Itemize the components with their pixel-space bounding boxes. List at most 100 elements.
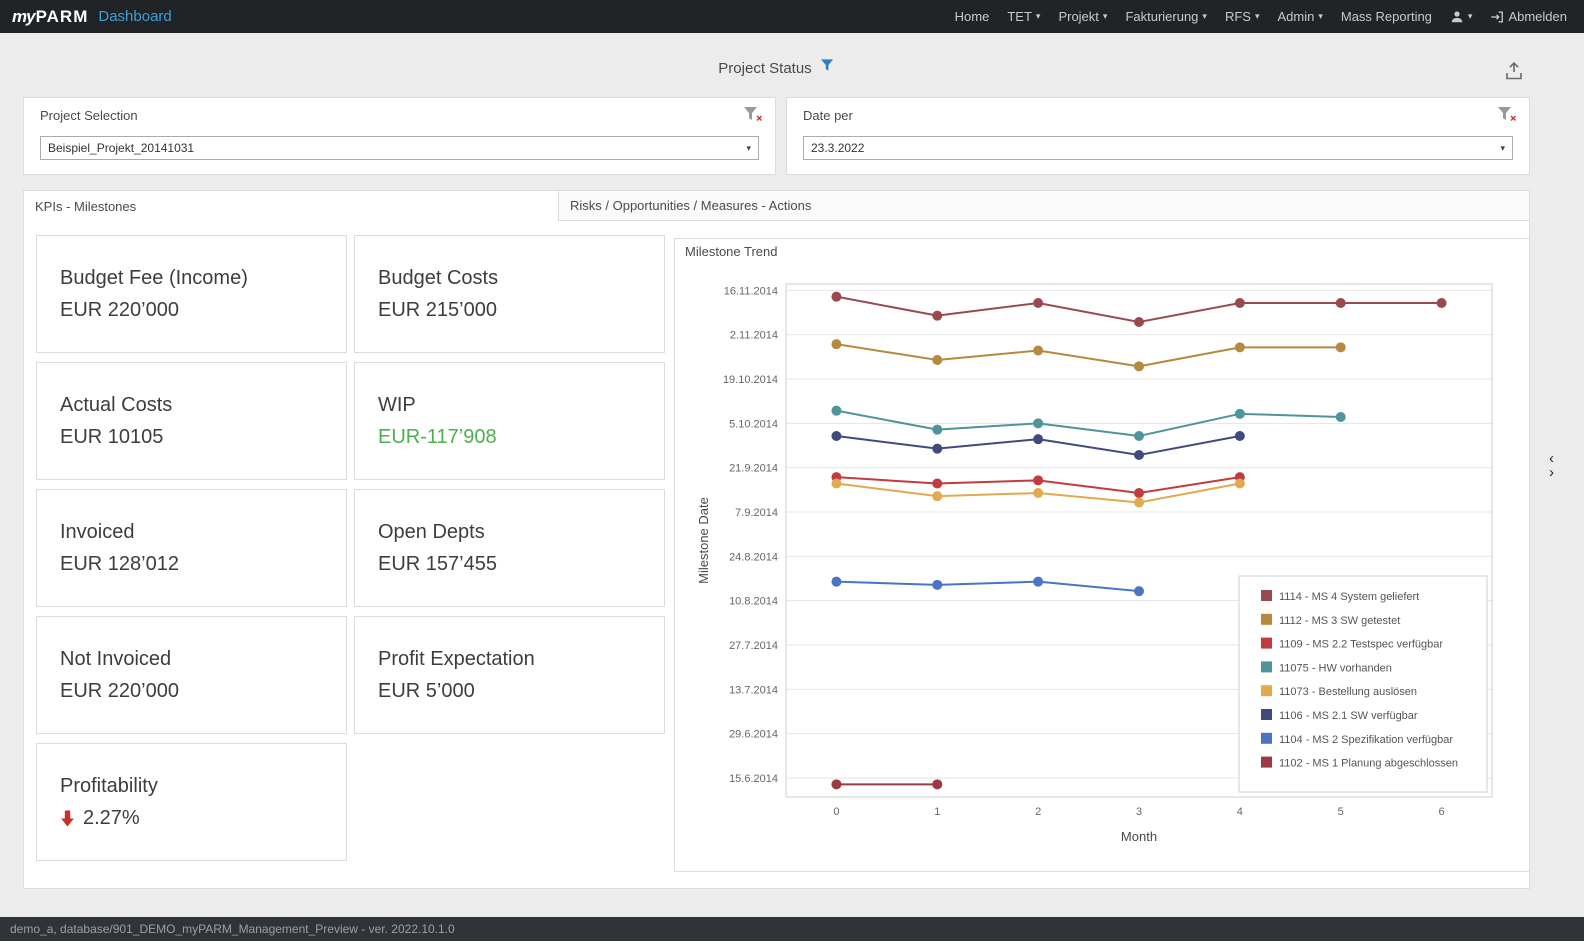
- svg-text:2.11.2014: 2.11.2014: [730, 330, 778, 342]
- svg-text:5: 5: [1338, 806, 1344, 818]
- person-icon: [1450, 10, 1464, 24]
- svg-text:13.7.2014: 13.7.2014: [729, 684, 778, 696]
- logout-label: Abmelden: [1508, 9, 1567, 24]
- navbar: my PARM Dashboard HomeTET▾Projekt▾Faktur…: [0, 0, 1584, 33]
- svg-text:1109 - MS 2.2 Testspec verfügb: 1109 - MS 2.2 Testspec verfügbar: [1279, 639, 1443, 651]
- chevron-down-icon: ▾: [1036, 12, 1041, 21]
- kpi-value: EUR 220’000: [60, 680, 336, 703]
- kpi-title: Profit Expectation: [378, 648, 654, 671]
- myparm-logo[interactable]: my PARM: [12, 7, 88, 27]
- svg-text:29.6.2014: 29.6.2014: [729, 729, 778, 741]
- logout-button[interactable]: Abmelden: [1481, 0, 1576, 33]
- status-bar: demo_a, database/901_DEMO_myPARM_Managem…: [0, 917, 1584, 941]
- tab-kpis-milestones[interactable]: KPIs - Milestones: [24, 191, 559, 221]
- svg-text:1: 1: [934, 806, 940, 818]
- nav-item-label: RFS: [1225, 9, 1251, 24]
- navbar-left: my PARM Dashboard: [8, 7, 172, 27]
- project-selection-label: Project Selection: [40, 108, 138, 123]
- kpi-card-profit-expectation: Profit Expectation EUR 5’000: [354, 616, 665, 734]
- kpi-value: EUR-117’908: [378, 426, 654, 449]
- kpi-value: EUR 220’000: [60, 299, 336, 322]
- milestone-trend-chart: 15.6.2014 29.6.2014 13.7.2014 27.7.2014 10.8…: [675, 239, 1531, 873]
- chevron-down-icon: ▾: [1103, 12, 1108, 21]
- filter-icon[interactable]: [820, 58, 835, 73]
- navbar-menu: HomeTET▾Projekt▾Fakturierung▾RFS▾Admin▾M…: [946, 0, 1576, 33]
- date-per-label: Date per: [803, 108, 853, 123]
- nav-item-projekt[interactable]: Projekt▾: [1049, 0, 1116, 33]
- kpi-card-actual-costs: Actual CostsEUR 10105: [36, 362, 347, 480]
- kpi-value: EUR 5’000: [378, 680, 654, 703]
- tab-risks-opportunities[interactable]: Risks / Opportunities / Measures - Actio…: [559, 191, 1529, 221]
- nav-item-fakturierung[interactable]: Fakturierung▾: [1116, 0, 1216, 33]
- svg-text:1114 - MS 4 System geliefert: 1114 - MS 4 System geliefert: [1279, 591, 1419, 603]
- svg-text:1102 - MS 1 Planung abgeschlos: 1102 - MS 1 Planung abgeschlossen: [1279, 758, 1458, 770]
- svg-text:1112 - MS 3 SW getestet: 1112 - MS 3 SW getestet: [1279, 615, 1400, 627]
- page-header: Project Status: [23, 60, 1530, 77]
- nav-item-admin[interactable]: Admin ▾: [1268, 0, 1331, 33]
- tab-bar: KPIs - Milestones Risks / Opportunities …: [23, 190, 1530, 221]
- svg-text:5.10.2014: 5.10.2014: [729, 418, 778, 430]
- svg-text:21.9.2014: 21.9.2014: [729, 463, 778, 475]
- kpi-value: EUR 128’012: [60, 553, 336, 576]
- svg-text:11075 - HW vorhanden: 11075 - HW vorhanden: [1279, 662, 1392, 674]
- svg-text:0: 0: [833, 806, 839, 818]
- kpi-value: EUR 10105: [60, 426, 336, 449]
- svg-text:1104 - MS 2 Spezifikation verf: 1104 - MS 2 Spezifikation verfügbar: [1279, 734, 1453, 746]
- project-select[interactable]: Beispiel_Projekt_20141031 ▾: [40, 136, 759, 160]
- logo-my: my: [12, 7, 35, 27]
- nav-item-label: TET: [1007, 9, 1032, 24]
- kpi-value: EUR 215’000: [378, 299, 654, 322]
- nav-item-tet[interactable]: TET ▾: [998, 0, 1049, 33]
- nav-item-label: Admin: [1277, 9, 1314, 24]
- nav-item-home[interactable]: Home: [946, 0, 999, 33]
- app-title: Dashboard: [98, 8, 171, 25]
- user-menu[interactable]: ▾: [1441, 0, 1482, 33]
- side-panel-toggle[interactable]: ‹ ›: [1549, 452, 1554, 480]
- kpi-value: EUR 157’455: [378, 553, 654, 576]
- export-button[interactable]: [1500, 58, 1528, 86]
- chevron-right-icon: ›: [1549, 466, 1554, 480]
- kpi-title: WIP: [378, 394, 654, 417]
- nav-item-label: Mass Reporting: [1341, 9, 1432, 24]
- chevron-down-icon: ▾: [1318, 12, 1323, 21]
- page-title: Project Status: [718, 60, 811, 77]
- chevron-down-icon: ▾: [1202, 12, 1207, 21]
- kpi-value: 2.27%: [60, 807, 336, 830]
- svg-text:15.6.2014: 15.6.2014: [729, 773, 778, 785]
- nav-item-mass-reporting[interactable]: Mass Reporting: [1332, 0, 1441, 33]
- kpi-card-not-invoiced: Not Invoiced EUR 220’000: [36, 616, 347, 734]
- kpi-card-open-depts: Open Depts EUR 157’455: [354, 489, 665, 607]
- export-icon: [1503, 60, 1525, 82]
- kpi-title: Budget Fee (Income): [60, 267, 336, 290]
- date-select[interactable]: 23.3.2022 ▾: [803, 136, 1513, 160]
- svg-text:10.8.2014: 10.8.2014: [729, 596, 778, 608]
- nav-item-label: Home: [955, 9, 990, 24]
- logo-parm: PARM: [36, 7, 89, 27]
- svg-text:11073 - Bestellung auslösen: 11073 - Bestellung auslösen: [1279, 686, 1417, 698]
- down-arrow-icon: [60, 810, 75, 827]
- svg-text:27.7.2014: 27.7.2014: [729, 640, 778, 652]
- kpi-card-budget-costs: Budget CostsEUR 215’000: [354, 235, 665, 353]
- logout-icon: [1490, 10, 1504, 24]
- chevron-down-icon: ▾: [1500, 143, 1505, 154]
- svg-text:7.9.2014: 7.9.2014: [735, 507, 778, 519]
- kpi-card-invoiced: InvoicedEUR 128’012: [36, 489, 347, 607]
- chevron-down-icon: ▾: [1468, 12, 1473, 21]
- nav-item-rfs[interactable]: RFS▾: [1216, 0, 1269, 33]
- svg-text:4: 4: [1237, 806, 1243, 818]
- nav-items: HomeTET▾Projekt▾Fakturierung▾RFS▾Admin▾M…: [946, 0, 1441, 33]
- svg-text:6: 6: [1439, 806, 1445, 818]
- bottom-strip: [0, 941, 1584, 950]
- kpi-card-budget-fee-income: Budget Fee (Income) EUR 220’000: [36, 235, 347, 353]
- svg-text:24.8.2014: 24.8.2014: [729, 551, 778, 563]
- project-selection-panel: Project Selection Beispiel_Projekt_20141…: [23, 97, 776, 175]
- clear-filter-icon[interactable]: [743, 106, 763, 123]
- svg-text:1106 - MS 2.1 SW verfügbar: 1106 - MS 2.1 SW verfügbar: [1279, 710, 1418, 722]
- kpi-title: Open Depts: [378, 521, 654, 544]
- kpi-title: Profitability: [60, 775, 336, 798]
- clear-filter-icon[interactable]: [1497, 106, 1517, 123]
- svg-text:16.11.2014: 16.11.2014: [724, 285, 778, 297]
- kpi-title: Not Invoiced: [60, 648, 336, 671]
- chevron-down-icon: ▾: [746, 143, 751, 154]
- kpi-grid: Budget Fee (Income) EUR 220’000 Budget Cos…: [36, 235, 665, 861]
